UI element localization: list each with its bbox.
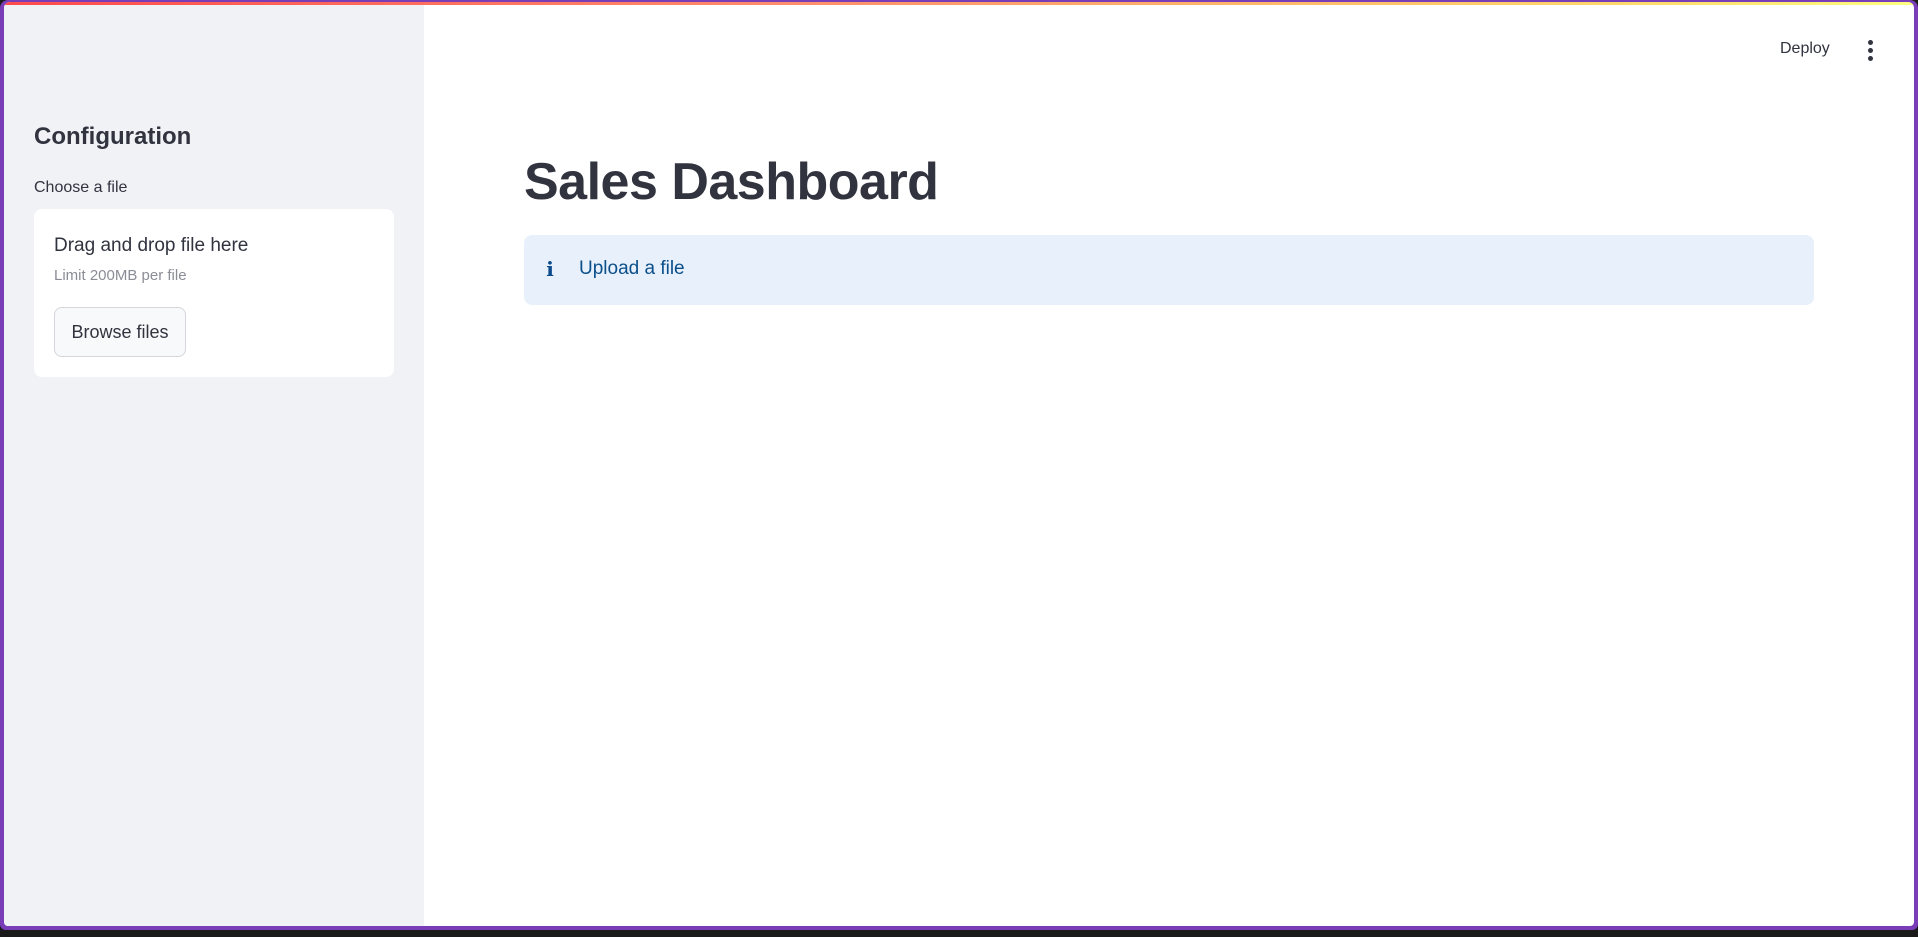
menu-dot [1867, 39, 1873, 45]
sidebar-title: Configuration [34, 123, 192, 150]
file-dropzone[interactable]: Drag and drop file here Limit 200MB per … [34, 209, 394, 377]
menu-dot [1867, 55, 1873, 61]
file-uploader-label: Choose a file [34, 179, 128, 196]
more-vertical-icon[interactable] [1858, 38, 1882, 62]
info-alert-message: Upload a file [579, 258, 685, 279]
dropzone-title: Drag and drop file here [54, 235, 249, 256]
info-icon: i [546, 257, 554, 281]
window-frame: Configuration Choose a file Drag and dro… [0, 0, 1918, 930]
sidebar: Configuration Choose a file Drag and dro… [4, 2, 424, 926]
header-decoration-bar [4, 2, 1914, 5]
page-title: Sales Dashboard [524, 153, 939, 211]
menu-dot [1867, 47, 1873, 53]
dropzone-limit-text: Limit 200MB per file [54, 267, 187, 284]
info-alert: i Upload a file [524, 235, 1814, 305]
app-container: Configuration Choose a file Drag and dro… [4, 2, 1914, 926]
browse-files-button[interactable]: Browse files [54, 307, 186, 357]
deploy-button[interactable]: Deploy [1780, 40, 1830, 58]
